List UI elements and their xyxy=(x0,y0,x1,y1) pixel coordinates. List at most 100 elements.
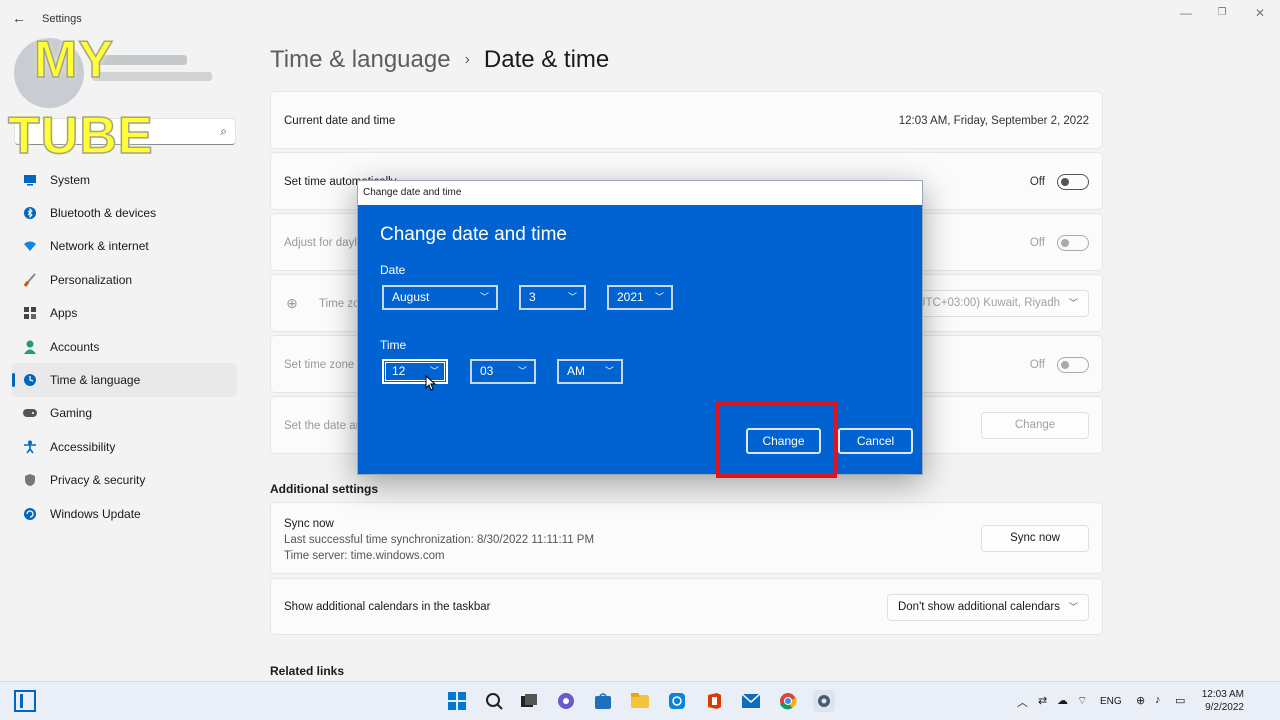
breadcrumb-parent[interactable]: Time & language xyxy=(270,46,451,73)
sidebar-item-time-language[interactable]: Time & language xyxy=(12,363,237,397)
settings-icon[interactable] xyxy=(813,690,835,712)
sidebar-item-label: Accounts xyxy=(50,339,100,354)
chat-icon[interactable] xyxy=(555,690,577,712)
battery-icon[interactable]: ▭ xyxy=(1175,694,1185,707)
toggle-tray-icon[interactable]: ⇄ xyxy=(1038,694,1047,707)
sidebar-item-personalization[interactable]: Personalization xyxy=(12,263,237,296)
search-icon[interactable] xyxy=(483,690,505,712)
sidebar-item-label: Bluetooth & devices xyxy=(50,206,157,221)
volume-icon[interactable]: ♪ xyxy=(1155,694,1161,706)
sidebar-item-label: Personalization xyxy=(50,272,133,287)
mail-icon[interactable] xyxy=(740,690,762,712)
close-icon[interactable]: ✕ xyxy=(1250,6,1270,20)
wifi-icon[interactable]: ⌔ xyxy=(1077,694,1087,708)
cancel-button[interactable]: Cancel xyxy=(838,428,913,454)
widgets-icon[interactable] xyxy=(14,690,36,712)
set-tz-auto-toggle[interactable] xyxy=(1057,357,1089,373)
globe-icon[interactable]: ⊕ xyxy=(1136,694,1145,707)
wifi-icon xyxy=(22,238,38,254)
sync-last-time: Last successful time synchronization: 8/… xyxy=(284,534,595,546)
bluetooth-icon xyxy=(22,205,38,221)
taskbar-clock[interactable]: 12:03 AM 9/2/2022 xyxy=(1202,688,1244,714)
daylight-state: Off xyxy=(1029,237,1045,249)
file-explorer-icon[interactable] xyxy=(629,690,651,712)
sidebar-nav: System Bluetooth & devices Network & int… xyxy=(12,163,237,530)
office-icon[interactable] xyxy=(703,690,725,712)
store-icon[interactable] xyxy=(592,690,614,712)
outlook-icon[interactable] xyxy=(666,690,688,712)
sidebar-item-bluetooth[interactable]: Bluetooth & devices xyxy=(12,196,237,229)
day-value: 3 xyxy=(529,290,536,304)
sidebar-item-system[interactable]: System xyxy=(12,163,237,196)
chrome-icon[interactable] xyxy=(777,690,799,712)
sidebar-item-label: Accessibility xyxy=(50,439,116,454)
sidebar-item-accounts[interactable]: Accounts xyxy=(12,330,237,363)
chevron-up-icon[interactable]: ︿ xyxy=(1017,694,1028,710)
sidebar-item-label: Gaming xyxy=(50,406,93,421)
search-icon: ⌕ xyxy=(220,124,227,138)
time-label: Time xyxy=(380,338,407,352)
taskbar: ︿ ⇄ ☁ ⌔ ENG ⊕ ♪ ▭ 12:03 AM 9/2/2022 xyxy=(0,681,1280,720)
watermark-line-1: MY xyxy=(33,30,114,90)
month-select[interactable]: August ﹀ xyxy=(382,285,498,310)
monitor-icon xyxy=(22,172,38,188)
task-view-icon[interactable] xyxy=(518,690,540,712)
minute-value: 03 xyxy=(480,364,494,378)
title-bar: ← Settings — ❐ ✕ xyxy=(0,0,1280,38)
sidebar-item-label: Apps xyxy=(50,306,78,321)
start-icon[interactable] xyxy=(446,690,468,712)
cloud-icon[interactable]: ☁ xyxy=(1057,694,1068,707)
chevron-down-icon: ﹀ xyxy=(1068,298,1078,308)
additional-settings-title: Additional settings xyxy=(270,482,378,496)
minute-select[interactable]: 03 ﹀ xyxy=(470,359,536,384)
language-indicator[interactable]: ENG xyxy=(1100,696,1122,707)
hour-select[interactable]: 12 ﹀ xyxy=(382,359,448,384)
sync-now-button[interactable]: Sync now xyxy=(981,525,1089,552)
watermark-line-2: TUBE xyxy=(7,106,154,166)
maximize-icon[interactable]: ❐ xyxy=(1212,7,1232,18)
brush-icon xyxy=(22,272,38,288)
person-icon xyxy=(22,339,38,355)
current-date-value: 12:03 AM, Friday, September 2, 2022 xyxy=(898,115,1089,127)
year-select[interactable]: 2021 ﹀ xyxy=(607,285,673,310)
gamepad-icon xyxy=(22,405,38,421)
current-date-label: Current date and time xyxy=(284,115,396,127)
date-label: Date xyxy=(380,263,406,277)
sidebar-item-network[interactable]: Network & internet xyxy=(12,230,237,263)
day-select[interactable]: 3 ﹀ xyxy=(519,285,586,310)
annotation-highlight xyxy=(716,401,837,478)
sidebar-item-privacy[interactable]: Privacy & security xyxy=(12,464,237,497)
time-zone-value: (UTC+03:00) Kuwait, Riyadh xyxy=(913,297,1060,309)
apps-icon xyxy=(22,305,38,321)
sidebar-item-apps[interactable]: Apps xyxy=(12,297,237,330)
back-arrow-icon[interactable]: ← xyxy=(12,10,26,26)
set-tz-auto-state: Off xyxy=(1029,359,1045,371)
sidebar-item-label: System xyxy=(50,172,91,187)
ampm-select[interactable]: AM ﹀ xyxy=(557,359,623,384)
sidebar-item-windows-update[interactable]: Windows Update xyxy=(12,497,237,530)
chevron-down-icon: ﹀ xyxy=(567,292,577,302)
calendars-dropdown[interactable]: Don't show additional calendars ﹀ xyxy=(886,594,1089,621)
time-zone-dropdown[interactable]: (UTC+03:00) Kuwait, Riyadh ﹀ xyxy=(902,290,1089,317)
daylight-toggle[interactable] xyxy=(1057,235,1089,251)
manual-change-button[interactable]: Change xyxy=(981,412,1089,439)
set-time-auto-state: Off xyxy=(1029,176,1045,188)
breadcrumb: Time & language › Date & time xyxy=(270,46,609,74)
set-time-auto-toggle[interactable] xyxy=(1057,174,1089,190)
sidebar-item-gaming[interactable]: Gaming xyxy=(12,397,237,430)
breadcrumb-separator: › xyxy=(464,51,470,68)
taskbar-time: 12:03 AM xyxy=(1201,689,1244,700)
minimize-icon[interactable]: — xyxy=(1176,6,1196,20)
sidebar-item-label: Network & internet xyxy=(50,239,149,254)
related-links-title: Related links xyxy=(270,664,345,678)
chevron-down-icon: ﹀ xyxy=(517,366,527,376)
window-title: Settings xyxy=(42,13,82,25)
current-date-time-card: Current date and time 12:03 AM, Friday, … xyxy=(270,91,1103,149)
accessibility-icon xyxy=(22,439,38,455)
sidebar-item-accessibility[interactable]: Accessibility xyxy=(12,430,237,463)
year-value: 2021 xyxy=(617,290,644,304)
dialog-heading: Change date and time xyxy=(380,224,567,245)
month-value: August xyxy=(392,290,430,304)
chevron-down-icon: ﹀ xyxy=(604,366,614,376)
shield-icon xyxy=(22,472,38,488)
